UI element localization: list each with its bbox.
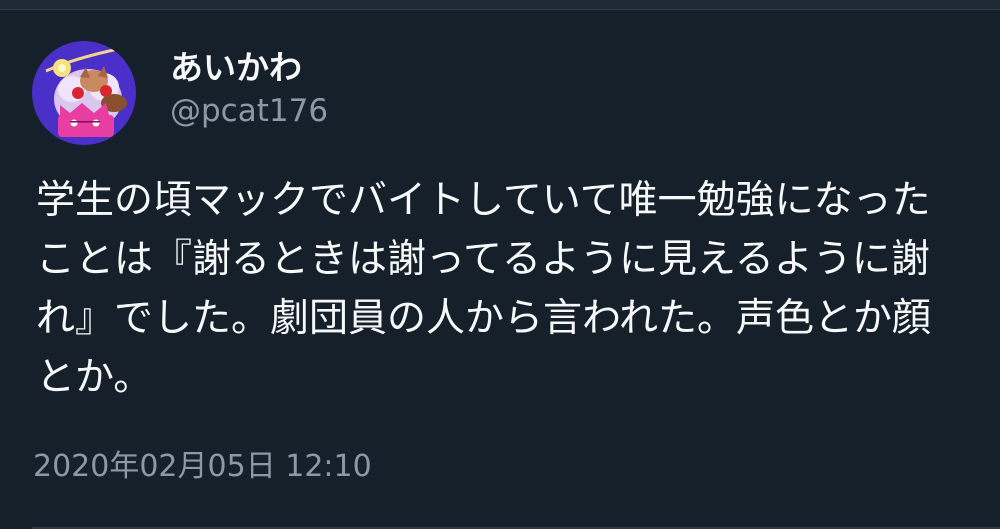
tweet-timestamp[interactable]: 2020年02月05日 12:10 bbox=[33, 449, 372, 485]
tweet-text-line: れ』でした。劇団員の人から言われた。声色とか顔 bbox=[36, 296, 932, 341]
tweet-text-line: ことは『謝るときは謝ってるように見えるように謝 bbox=[36, 237, 930, 282]
top-divider bbox=[0, 0, 1000, 10]
tweet-screen: あいかわ @pcat176 学生の頃マックでバイトしていて唯一勉強になった こと… bbox=[0, 0, 1000, 529]
tweet-text-line: とか。 bbox=[36, 355, 153, 400]
author-handle[interactable]: @pcat176 bbox=[170, 93, 328, 130]
tweet-text-line: 学生の頃マックでバイトしていて唯一勉強になった bbox=[36, 178, 931, 223]
author-display-name[interactable]: あいかわ bbox=[170, 48, 302, 88]
tweet-body: 学生の頃マックでバイトしていて唯一勉強になった ことは『謝るときは謝ってるように… bbox=[36, 171, 1000, 431]
profile-avatar[interactable] bbox=[32, 41, 136, 145]
avatar-illustration-icon bbox=[32, 41, 136, 145]
